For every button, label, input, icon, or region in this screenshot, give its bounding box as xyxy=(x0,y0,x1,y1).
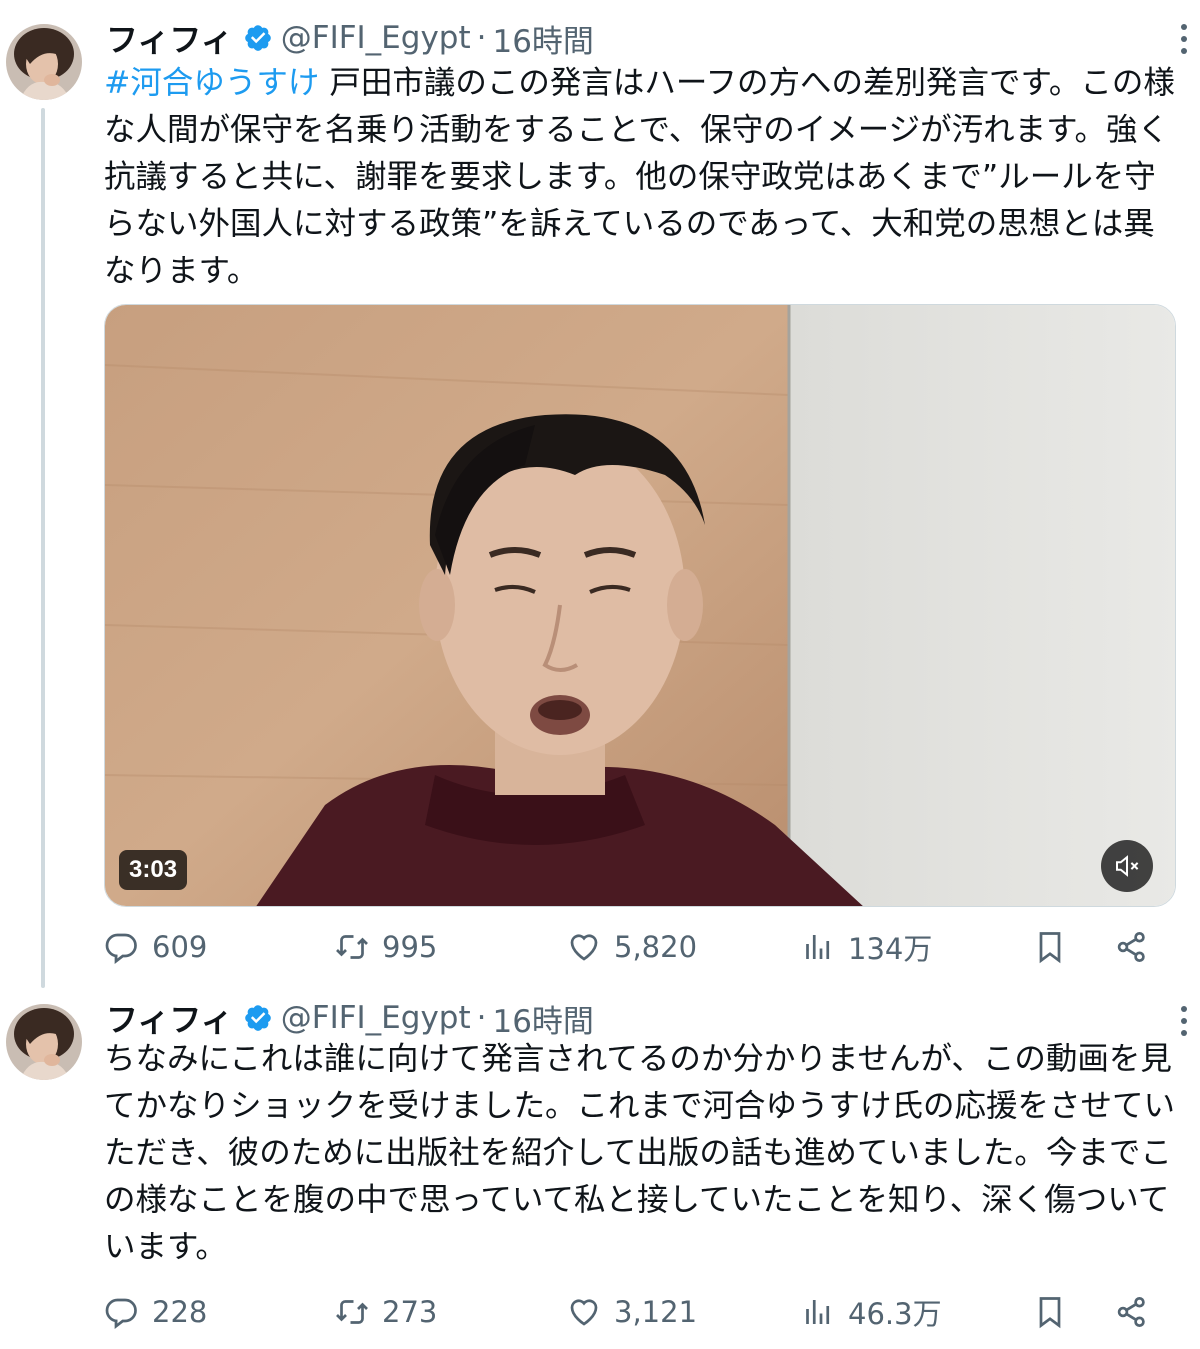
views-chart-icon xyxy=(806,1300,830,1324)
separator-dot: · xyxy=(476,1000,487,1036)
share-icon xyxy=(1117,932,1145,962)
more-vertical-icon[interactable] xyxy=(1176,1004,1192,1038)
user-handle[interactable]: @FIFI_Egypt xyxy=(281,1000,471,1036)
display-name[interactable]: フィフィ xyxy=(106,15,233,61)
bookmark-icon xyxy=(1039,1297,1061,1329)
avatar[interactable] xyxy=(6,24,82,100)
retweet-button[interactable]: 273 xyxy=(334,1287,437,1337)
like-count: 5,820 xyxy=(614,930,698,964)
share-button[interactable] xyxy=(1114,922,1162,972)
retweet-icon xyxy=(336,1300,368,1324)
bookmark-icon xyxy=(1039,932,1061,964)
volume-muted-icon[interactable] xyxy=(1101,840,1153,892)
timestamp[interactable]: 16時間 xyxy=(492,996,593,1041)
hashtag-link[interactable]: #河合ゆうすけ xyxy=(104,65,319,101)
heart-icon xyxy=(570,934,598,961)
verified-badge-icon xyxy=(243,23,273,53)
reply-button[interactable]: 228 xyxy=(104,1287,207,1337)
bookmark-button[interactable] xyxy=(1032,922,1080,972)
tweet-text: ちなみにこれは誰に向けて発言されてるのか分かりませんが、この動画を見てかなりショ… xyxy=(104,1041,1176,1265)
like-button[interactable]: 3,121 xyxy=(566,1287,697,1337)
verified-badge-icon xyxy=(243,1003,273,1033)
reply-button[interactable]: 609 xyxy=(104,922,207,972)
view-count: 46.3万 xyxy=(848,1297,942,1331)
tweet-text: #河合ゆうすけ 戸田市議のこの発言はハーフの方への差別発言です。この様な人間が保… xyxy=(104,60,1184,295)
views-chart-icon xyxy=(806,935,830,959)
reply-count: 228 xyxy=(152,1295,208,1329)
retweet-icon xyxy=(336,935,368,959)
tweet-actions: 609 995 5,820 134万 xyxy=(104,922,1164,972)
share-button[interactable] xyxy=(1114,1287,1162,1337)
views-button[interactable]: 46.3万 xyxy=(800,1287,942,1337)
reply-icon xyxy=(105,1298,137,1330)
video-frame xyxy=(105,305,1175,906)
display-name[interactable]: フィフィ xyxy=(106,995,233,1041)
tweet-header: フィフィ @FIFI_Egypt · 16時間 xyxy=(106,15,594,61)
tweet-actions: 228 273 3,121 46.3万 xyxy=(104,1287,1164,1337)
share-icon xyxy=(1117,1297,1145,1327)
heart-icon xyxy=(570,1299,598,1326)
reply-icon xyxy=(105,933,137,965)
user-handle[interactable]: @FIFI_Egypt xyxy=(281,20,471,56)
avatar[interactable] xyxy=(6,1004,82,1080)
video-duration: 3:03 xyxy=(119,850,188,890)
separator-dot: · xyxy=(476,20,487,56)
views-button[interactable]: 134万 xyxy=(800,922,932,972)
bookmark-button[interactable] xyxy=(1032,1287,1080,1337)
reply-count: 609 xyxy=(152,930,208,964)
like-button[interactable]: 5,820 xyxy=(566,922,697,972)
view-count: 134万 xyxy=(848,932,933,966)
tweet-header: フィフィ @FIFI_Egypt · 16時間 xyxy=(106,995,594,1041)
like-count: 3,121 xyxy=(614,1295,698,1329)
timestamp[interactable]: 16時間 xyxy=(492,16,593,61)
more-vertical-icon[interactable] xyxy=(1176,22,1192,56)
thread-connector-line xyxy=(41,108,45,988)
retweet-count: 995 xyxy=(382,930,438,964)
retweet-button[interactable]: 995 xyxy=(334,922,437,972)
video-player[interactable]: 3:03 xyxy=(104,304,1176,907)
retweet-count: 273 xyxy=(382,1295,438,1329)
